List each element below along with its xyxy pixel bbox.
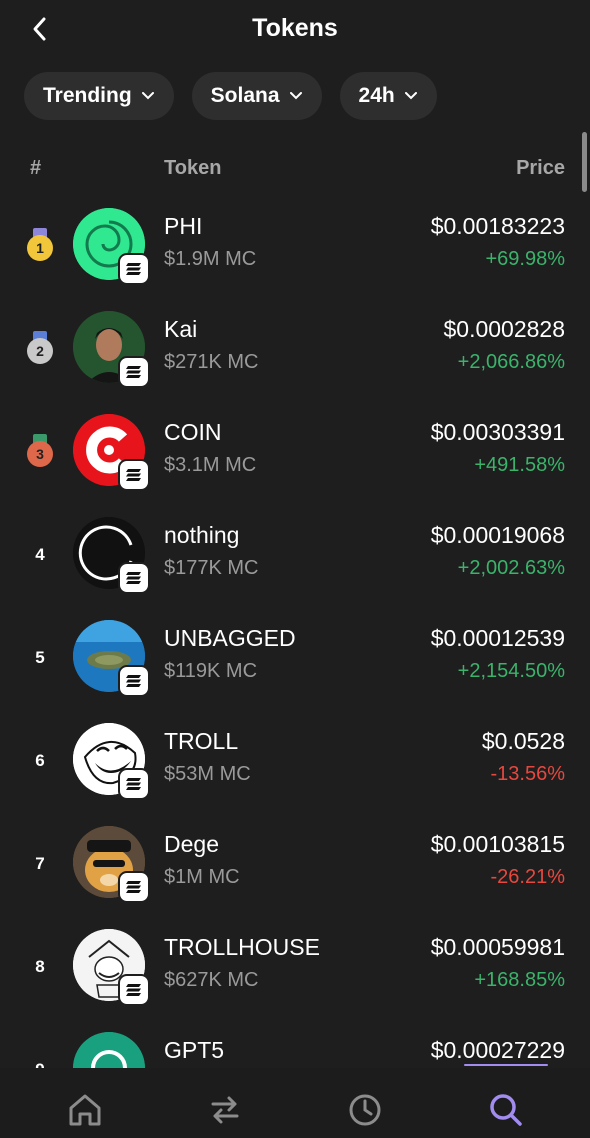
bronze-medal-icon: 3 <box>26 434 54 470</box>
token-row[interactable]: 1 PHI $1.9M MC $0.00183223 +69.98% <box>0 203 590 306</box>
filter-trending-dropdown[interactable]: Trending <box>24 72 174 120</box>
token-name: COIN <box>164 419 222 445</box>
rank-cell: 1 <box>26 228 54 264</box>
home-icon[interactable] <box>65 1090 105 1130</box>
market-cap: $119K MC <box>164 660 258 682</box>
token-name: TROLL <box>164 728 239 754</box>
filter-bar: Trending Solana 24h <box>24 72 437 120</box>
rank-number: 7 <box>35 854 45 873</box>
column-rank: # <box>30 157 42 179</box>
token-price: $0.0528 <box>481 728 565 754</box>
gold-medal-icon: 1 <box>26 228 54 264</box>
rank-cell: 7 <box>26 846 54 882</box>
token-name: Dege <box>164 831 219 857</box>
token-name: PHI <box>164 213 203 239</box>
rank-cell: 4 <box>26 537 54 573</box>
price-change: +69.98% <box>485 248 565 270</box>
price-change: -13.56% <box>490 763 566 785</box>
search-icon[interactable] <box>486 1090 526 1130</box>
market-cap: $627K MC <box>164 969 259 991</box>
market-cap: $1.9M MC <box>164 248 257 270</box>
token-name: nothing <box>164 522 240 548</box>
filter-label: Solana <box>210 84 280 107</box>
rank-number: 9 <box>35 1060 44 1068</box>
price-change: +491.58% <box>474 454 565 476</box>
bottom-nav <box>0 1068 590 1138</box>
column-header: # Token Price <box>0 157 590 187</box>
header: Tokens <box>0 0 590 60</box>
rank-cell: 3 <box>26 434 54 470</box>
token-row[interactable]: 6 TROLL $53M MC $0.0528 -13.56% <box>0 718 590 821</box>
gpt-logo-icon <box>73 1032 145 1068</box>
chevron-down-icon <box>141 92 154 100</box>
token-name: Kai <box>164 316 198 342</box>
token-row[interactable]: 4 nothing $177K MC $0.00019068 +2,002.63… <box>0 512 590 615</box>
price-change: +2,002.63% <box>457 557 565 579</box>
token-row[interactable]: 2 Kai $271K MC $0.0002828 +2,066.86% <box>0 306 590 409</box>
rank-number: 4 <box>35 545 45 564</box>
filter-chain-dropdown[interactable]: Solana <box>191 72 322 120</box>
rank-cell: 9 <box>26 1052 54 1068</box>
chevron-down-icon <box>289 92 302 100</box>
token-row[interactable]: 7 Dege $1M MC $0.00103815 -26.21% <box>0 821 590 924</box>
solana-badge-icon <box>118 253 150 285</box>
token-price: $0.00303391 <box>430 419 565 445</box>
token-price: $0.00103815 <box>430 831 565 857</box>
active-indicator <box>464 1064 548 1066</box>
silver-medal-icon: 2 <box>26 331 54 367</box>
solana-badge-icon <box>118 459 150 491</box>
token-avatar <box>73 1032 145 1068</box>
column-token: Token <box>164 157 222 179</box>
token-price: $0.00027229 <box>430 1037 565 1063</box>
rank-number: 8 <box>35 957 45 976</box>
page-title: Tokens <box>252 14 338 42</box>
market-cap: $53M MC <box>164 763 251 785</box>
solana-badge-icon <box>118 665 150 697</box>
solana-badge-icon <box>118 356 150 388</box>
rank-cell: 5 <box>26 640 54 676</box>
filter-timeframe-dropdown[interactable]: 24h <box>339 72 437 120</box>
market-cap: $1M MC <box>164 866 240 888</box>
price-change: +2,154.50% <box>457 660 565 682</box>
filter-label: Trending <box>43 84 132 107</box>
price-change: +2,066.86% <box>457 351 565 373</box>
solana-badge-icon <box>118 562 150 594</box>
solana-badge-icon <box>118 974 150 1006</box>
scrollbar[interactable] <box>582 132 587 192</box>
market-cap: $271K MC <box>164 351 259 373</box>
token-row[interactable]: 3 COIN $3.1M MC $0.00303391 +491.58% <box>0 409 590 512</box>
solana-badge-icon <box>118 871 150 903</box>
solana-badge-icon <box>118 768 150 800</box>
rank-cell: 8 <box>26 949 54 985</box>
rank-number: 5 <box>35 648 45 667</box>
token-row[interactable]: 8 TROLLHOUSE $627K MC $0.00059981 +168.8… <box>0 924 590 1027</box>
token-price: $0.00183223 <box>430 213 565 239</box>
token-name: GPT5 <box>164 1037 225 1063</box>
token-row[interactable]: 9 GPT5 $0.00027229 <box>0 1027 590 1068</box>
chevron-down-icon <box>404 92 417 100</box>
filter-label: 24h <box>358 84 395 107</box>
token-name: TROLLHOUSE <box>164 934 320 960</box>
rank-cell: 6 <box>26 743 54 779</box>
history-icon[interactable] <box>345 1090 385 1130</box>
token-price: $0.0002828 <box>443 316 565 342</box>
market-cap: $177K MC <box>164 557 259 579</box>
token-price: $0.00012539 <box>430 625 565 651</box>
swap-icon[interactable] <box>205 1090 245 1130</box>
column-price[interactable]: Price <box>516 157 565 180</box>
rank-number: 6 <box>35 751 45 770</box>
price-change: +168.85% <box>474 969 565 991</box>
token-price: $0.00019068 <box>430 522 565 548</box>
token-row[interactable]: 5 UNBAGGED $119K MC $0.00012539 +2,154.5… <box>0 615 590 718</box>
token-price: $0.00059981 <box>430 934 565 960</box>
token-name: UNBAGGED <box>164 625 296 651</box>
rank-cell: 2 <box>26 331 54 367</box>
token-list: 1 PHI $1.9M MC $0.00183223 +69.98% 2 Kai… <box>0 203 590 1068</box>
market-cap: $3.1M MC <box>164 454 257 476</box>
price-change: -26.21% <box>490 866 566 888</box>
